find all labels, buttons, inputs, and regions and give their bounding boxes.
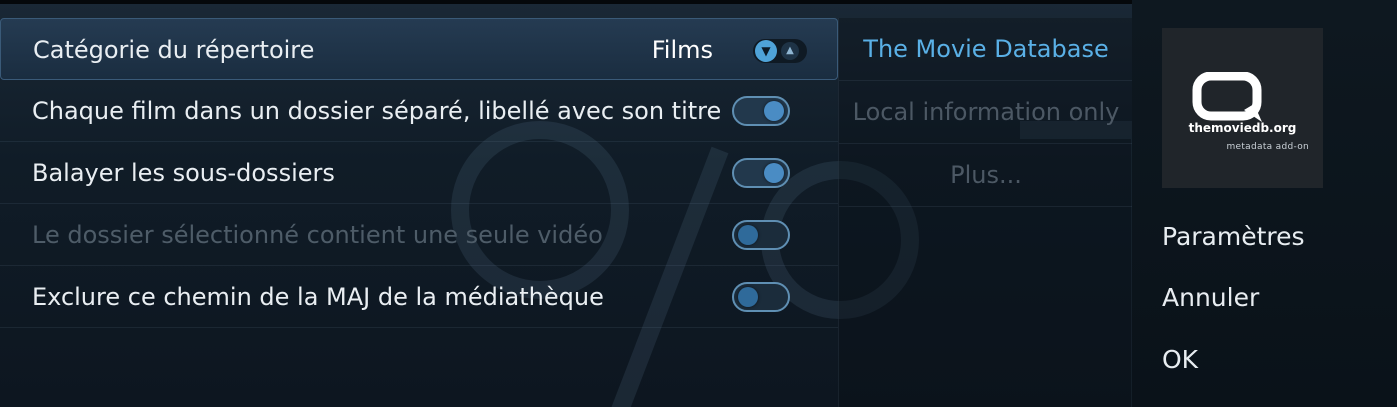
- set-content-dialog: Catégorie du répertoire Films ▼ ▲ Chaque…: [0, 0, 1397, 407]
- chevron-down-icon[interactable]: ▼: [755, 40, 777, 62]
- toggle-knob: [738, 225, 758, 245]
- setting-content-category[interactable]: Catégorie du répertoire Films ▼ ▲: [0, 18, 838, 80]
- toggle-knob: [764, 163, 784, 183]
- toggle-knob: [738, 287, 758, 307]
- setting-single-video: Le dossier sélectionné contient une seul…: [0, 204, 838, 266]
- scan-recursive-toggle[interactable]: [732, 158, 790, 188]
- setting-scan-recursively[interactable]: Balayer les sous-dossiers: [0, 142, 838, 204]
- scraper-item-local-info[interactable]: Local information only: [839, 81, 1133, 144]
- setting-exclude-from-scan[interactable]: Exclure ce chemin de la MAJ de la médiat…: [0, 266, 838, 328]
- logo-name: themoviedb.org: [1188, 121, 1297, 135]
- setting-label: Exclure ce chemin de la MAJ de la médiat…: [32, 283, 604, 311]
- chevron-up-icon[interactable]: ▲: [781, 42, 799, 60]
- setting-movies-in-separate-folders[interactable]: Chaque film dans un dossier séparé, libe…: [0, 80, 838, 142]
- setting-label: Balayer les sous-dossiers: [32, 159, 335, 187]
- side-panel: themoviedb.org metadata add-on Paramètre…: [1132, 0, 1397, 407]
- cancel-button[interactable]: Annuler: [1162, 278, 1259, 318]
- toggle-knob: [764, 101, 784, 121]
- scraper-item-more[interactable]: Plus...: [839, 144, 1133, 207]
- single-video-toggle: [732, 220, 790, 250]
- logo-subtitle: metadata add-on: [1226, 142, 1309, 152]
- exclude-toggle[interactable]: [732, 282, 790, 312]
- settings-list: Catégorie du répertoire Films ▼ ▲ Chaque…: [0, 18, 838, 328]
- setting-label: Le dossier sélectionné contient une seul…: [32, 221, 603, 249]
- addon-logo: themoviedb.org metadata add-on: [1162, 28, 1323, 188]
- setting-label: Chaque film dans un dossier séparé, libe…: [32, 97, 722, 125]
- separate-folders-toggle[interactable]: [732, 96, 790, 126]
- settings-button[interactable]: Paramètres: [1162, 217, 1305, 257]
- scraper-item-tmdb[interactable]: The Movie Database: [839, 18, 1133, 81]
- setting-label: Catégorie du répertoire: [33, 36, 315, 64]
- category-spinner[interactable]: ▼ ▲: [753, 39, 807, 63]
- speech-bubble-icon: [1192, 72, 1262, 122]
- ok-button[interactable]: OK: [1162, 340, 1198, 380]
- category-value: Films: [651, 36, 713, 64]
- scraper-list: The Movie Database Local information onl…: [838, 18, 1133, 407]
